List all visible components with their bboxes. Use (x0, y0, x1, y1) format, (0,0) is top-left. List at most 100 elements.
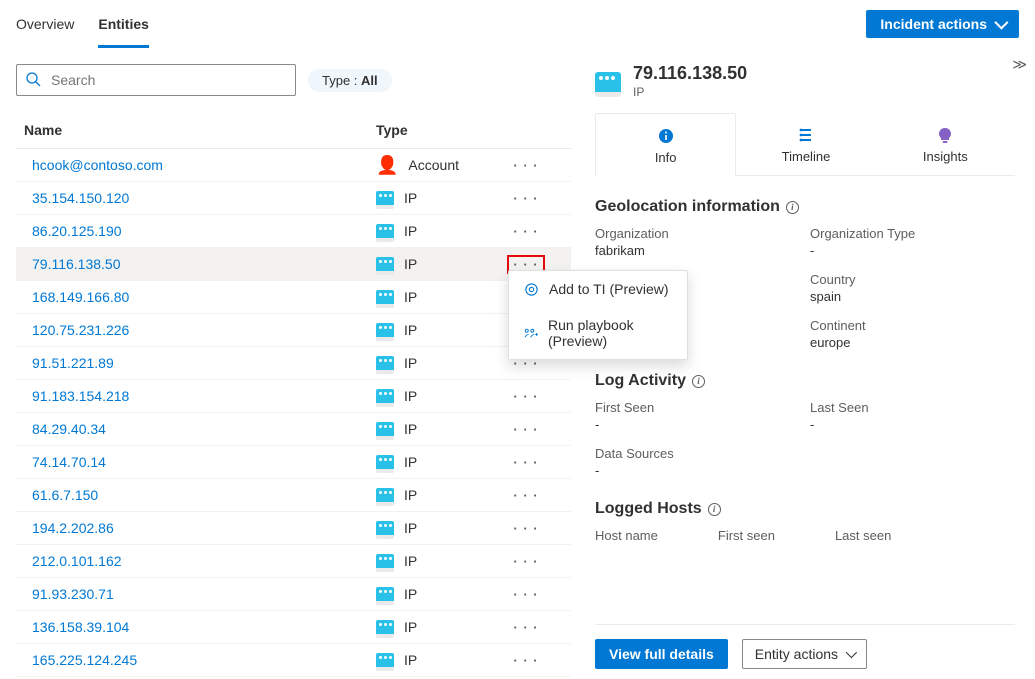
entity-type-label: IP (404, 190, 417, 206)
entity-link[interactable]: 86.20.125.190 (24, 223, 122, 239)
entity-type-label: IP (404, 619, 417, 635)
row-more-button[interactable]: · · · (513, 488, 538, 503)
ip-icon (376, 587, 394, 601)
entity-link[interactable]: 165.225.124.245 (24, 652, 137, 668)
table-row[interactable]: 194.2.202.86IP· · · (16, 512, 571, 545)
entity-link[interactable]: 91.183.154.218 (24, 388, 129, 404)
detail-tab-info[interactable]: Info (595, 113, 736, 176)
value-first-seen: - (595, 417, 800, 432)
entity-type-label: IP (404, 388, 417, 404)
table-row[interactable]: 84.29.40.34IP· · · (16, 413, 571, 446)
entity-type-label: IP (404, 487, 417, 503)
search-icon (25, 71, 41, 90)
entity-link[interactable]: 84.29.40.34 (24, 421, 106, 437)
row-more-button[interactable]: · · · (513, 191, 538, 206)
entity-subtitle: IP (633, 85, 747, 99)
search-input[interactable] (49, 71, 287, 89)
tab-overview-label: Overview (16, 16, 74, 32)
entity-link[interactable]: 79.116.138.50 (24, 256, 121, 272)
chevron-down-icon (846, 647, 857, 658)
entity-link[interactable]: 35.154.150.120 (24, 190, 129, 206)
menu-add-to-ti[interactable]: Add to TI (Preview) (509, 271, 687, 307)
row-more-button[interactable]: · · · (513, 422, 538, 437)
entity-link[interactable]: 120.75.231.226 (24, 322, 129, 338)
entity-link[interactable]: hcook@contoso.com (24, 157, 163, 173)
entity-link[interactable]: 61.6.7.150 (24, 487, 98, 503)
menu-run-playbook[interactable]: Run playbook (Preview) (509, 307, 687, 359)
tab-overview[interactable]: Overview (16, 0, 74, 48)
entity-link[interactable]: 168.149.166.80 (24, 289, 129, 305)
detail-tab-insights[interactable]: Insights (876, 113, 1015, 175)
value-org-type: - (810, 243, 1015, 258)
info-tooltip-icon[interactable]: i (708, 503, 721, 516)
type-filter-value: All (361, 73, 378, 88)
entity-type-label: IP (404, 223, 417, 239)
table-row[interactable]: 91.93.230.71 IP · · · (16, 578, 571, 611)
entity-link[interactable]: 136.158.39.104 (24, 619, 129, 635)
label-data-sources: Data Sources (595, 446, 1015, 461)
search-input-wrapper[interactable] (16, 64, 296, 96)
ip-icon (376, 488, 394, 502)
table-row[interactable]: 165.225.124.245 IP · · · (16, 644, 571, 677)
playbook-icon (523, 326, 538, 341)
row-more-button[interactable]: · · · (513, 389, 538, 404)
entity-link[interactable]: 194.2.202.86 (24, 520, 114, 536)
incident-actions-button[interactable]: Incident actions (866, 10, 1019, 38)
table-row[interactable]: 168.149.166.80IP· · · (16, 281, 571, 314)
table-row[interactable]: 120.75.231.226IP· · · (16, 314, 571, 347)
table-row[interactable]: 74.14.70.14 IP · · · (16, 446, 571, 479)
col-header-type[interactable]: Type (376, 122, 506, 138)
type-filter-pill[interactable]: Type : All (308, 69, 392, 92)
entity-link[interactable]: 74.14.70.14 (24, 454, 106, 470)
ip-icon (376, 191, 394, 205)
type-filter-prefix: Type : (322, 73, 361, 88)
entity-link[interactable]: 91.93.230.71 (24, 586, 114, 602)
table-row[interactable]: 91.183.154.218 IP · · · (16, 380, 571, 413)
row-more-button[interactable]: · · · (513, 653, 538, 668)
ip-icon (376, 422, 394, 436)
table-row[interactable]: 212.0.101.162 IP · · · (16, 545, 571, 578)
row-more-button[interactable]: · · · (513, 521, 538, 536)
col-header-name[interactable]: Name (16, 122, 376, 138)
menu-add-to-ti-label: Add to TI (Preview) (549, 281, 669, 297)
entity-type-label: IP (404, 553, 417, 569)
tab-entities[interactable]: Entities (98, 0, 149, 48)
entity-type-label: IP (404, 586, 417, 602)
row-more-button[interactable]: · · · (513, 620, 538, 635)
table-row[interactable]: 35.154.150.120 IP · · · (16, 182, 571, 215)
table-row[interactable]: hcook@contoso.com👤Account· · · (16, 149, 571, 182)
entity-link[interactable]: 212.0.101.162 (24, 553, 122, 569)
ip-icon (376, 224, 394, 238)
table-row[interactable]: 91.51.221.89IP· · · (16, 347, 571, 380)
table-row[interactable]: 79.116.138.50IP· · · (16, 248, 571, 281)
row-more-button[interactable]: · · · (513, 554, 538, 569)
view-full-details-button[interactable]: View full details (595, 639, 728, 669)
section-log-activity: Log Activity i (595, 372, 1015, 390)
info-tooltip-icon[interactable]: i (692, 375, 705, 388)
ip-icon (376, 290, 394, 304)
top-tabs: Overview Entities (16, 0, 149, 48)
table-row[interactable]: 136.158.39.104 IP · · · (16, 611, 571, 644)
detail-tab-timeline-label: Timeline (782, 149, 831, 164)
info-tooltip-icon[interactable]: i (786, 201, 799, 214)
detail-tabs: Info Timeline Insights (595, 113, 1015, 176)
col-hostname: Host name (595, 528, 658, 543)
detail-tab-timeline[interactable]: Timeline (736, 113, 875, 175)
row-more-button[interactable]: · · · (513, 587, 538, 602)
table-header: Name Type (16, 112, 571, 149)
row-more-button[interactable]: · · · (513, 224, 538, 239)
table-row[interactable]: 86.20.125.190 IP · · · (16, 215, 571, 248)
entity-type-label: IP (404, 652, 417, 668)
entity-link[interactable]: 91.51.221.89 (24, 355, 114, 371)
section-geolocation: Geolocation information i (595, 198, 1015, 216)
entity-actions-button[interactable]: Entity actions (742, 639, 867, 669)
table-row[interactable]: 61.6.7.150 IP · · · (16, 479, 571, 512)
row-more-button[interactable]: · · · (513, 455, 538, 470)
row-more-button[interactable]: · · · (513, 158, 538, 173)
label-last-seen: Last Seen (810, 400, 1015, 415)
timeline-icon (736, 127, 875, 145)
ip-icon (595, 72, 621, 92)
entity-type-label: IP (404, 454, 417, 470)
row-context-menu: Add to TI (Preview) Run playbook (Previe… (508, 270, 688, 360)
entity-detail-pane: 79.116.138.50 IP Info Timeline (575, 48, 1035, 679)
